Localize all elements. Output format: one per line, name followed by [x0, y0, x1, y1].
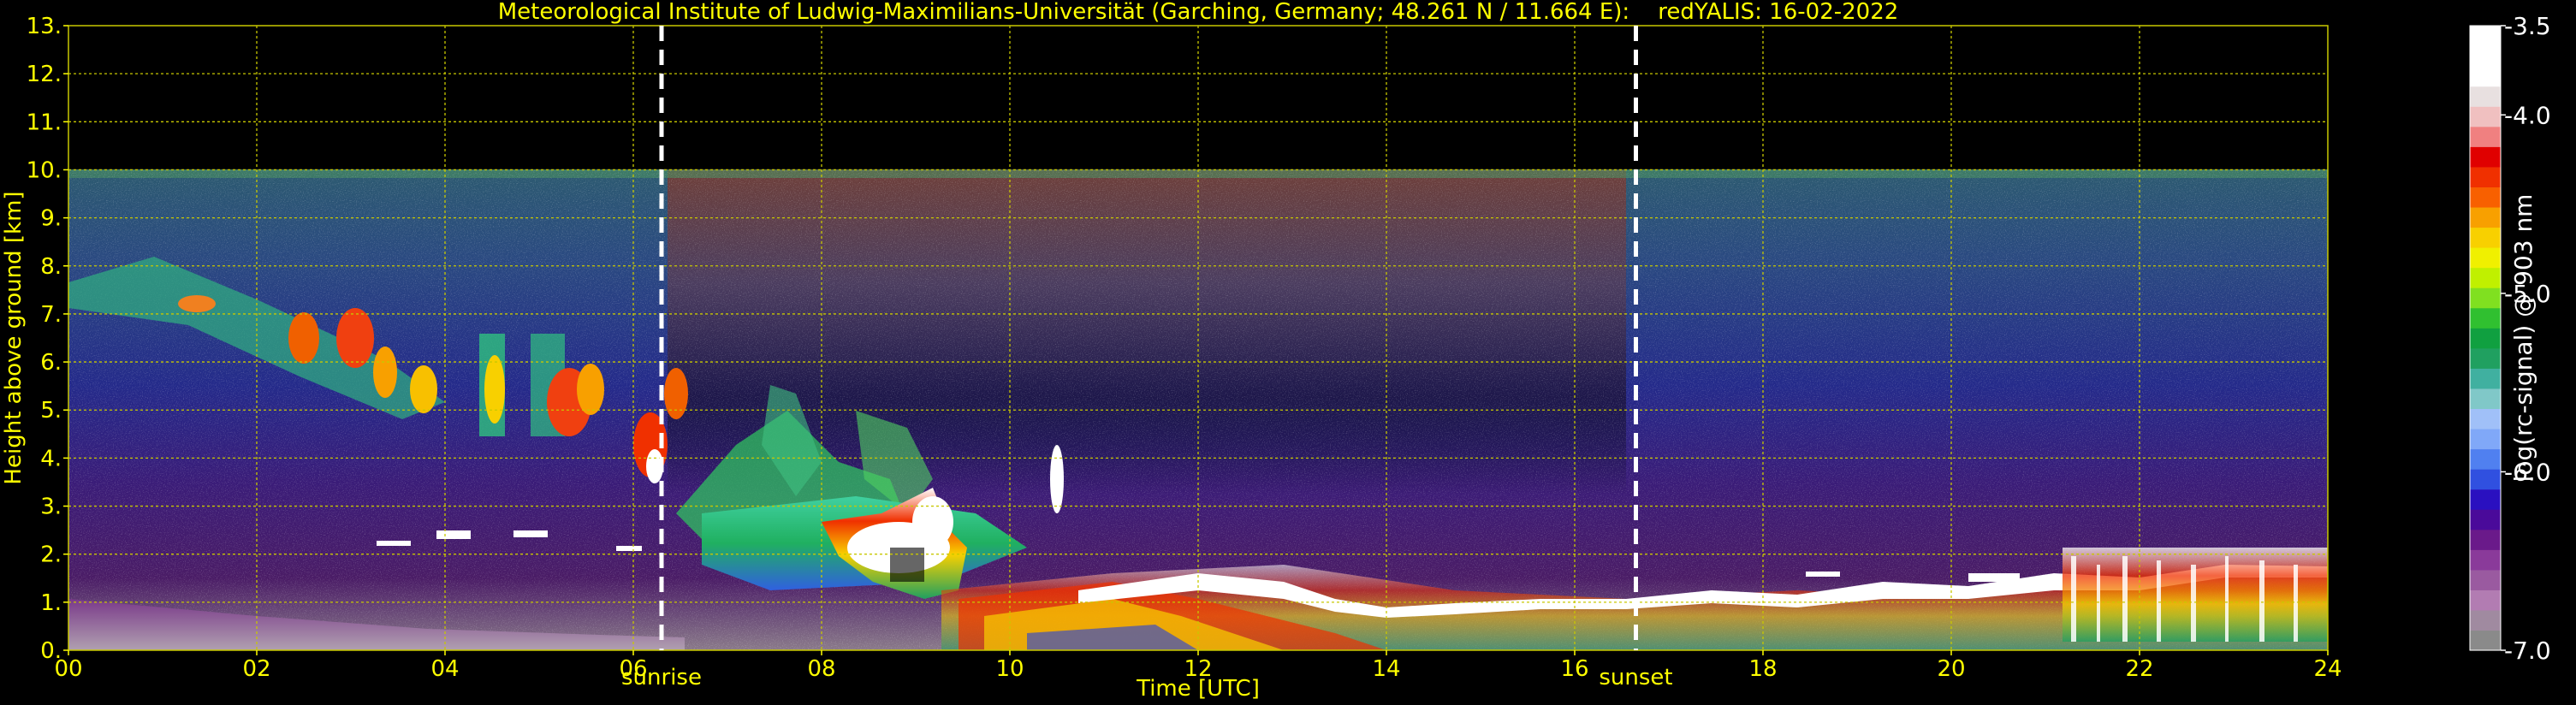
colorbar-swatch: [2470, 549, 2501, 571]
y-tick-label: 11.: [27, 110, 62, 135]
x-tick-label: 14: [1372, 656, 1400, 682]
colorbar-swatch: [2470, 328, 2501, 349]
colorbar-swatch: [2470, 287, 2501, 309]
x-tick-label: 24: [2313, 656, 2342, 682]
colorbar-swatch: [2470, 66, 2501, 87]
x-tick-label: 18: [1748, 656, 1777, 682]
x-tick-label: 16: [1560, 656, 1588, 682]
colorbar-swatch: [2470, 166, 2501, 187]
colorbar-swatch: [2470, 589, 2501, 611]
colorbar-swatch: [2470, 187, 2501, 208]
y-tick-label: 4.: [40, 446, 62, 471]
colorbar-swatch: [2470, 146, 2501, 168]
x-tick-label: 06: [619, 656, 647, 682]
colorbar-swatch: [2470, 428, 2501, 450]
colorbar-swatch: [2470, 469, 2501, 490]
colorbar-swatch: [2470, 529, 2501, 550]
y-tick-label: 12.: [27, 62, 62, 87]
x-tick-label: 02: [242, 656, 270, 682]
colorbar-swatch: [2470, 307, 2501, 329]
x-tick-label: 20: [1937, 656, 1965, 682]
chart-title: Meteorological Institute of Ludwig-Maxim…: [498, 0, 1899, 25]
colorbar-tick-label: -4.0: [2504, 101, 2551, 129]
x-tick-label: 08: [807, 656, 835, 682]
colorbar-swatch: [2470, 227, 2501, 248]
colorbar-swatch: [2470, 569, 2501, 590]
y-tick-label: 2.: [40, 542, 62, 568]
y-tick-label: 8.: [40, 254, 62, 280]
colorbar-swatch: [2470, 388, 2501, 410]
colorbar-swatch: [2470, 509, 2501, 530]
colorbar-swatch: [2470, 26, 2501, 47]
colorbar-swatch: [2470, 126, 2501, 147]
y-tick-label: 9.: [40, 206, 62, 232]
colorbar-swatch: [2470, 368, 2501, 389]
colorbar-swatch: [2470, 609, 2501, 631]
colorbar-swatch: [2470, 86, 2501, 107]
colorbar-tick-label: -3.5: [2504, 12, 2551, 40]
colorbar-swatch: [2470, 347, 2501, 369]
y-tick-label: 3.: [40, 495, 62, 520]
colorbar-swatch: [2470, 45, 2501, 67]
colorbar-swatch: [2470, 206, 2501, 228]
colorbar-swatch: [2470, 267, 2501, 288]
y-axis-label: Height above ground [km]: [1, 191, 27, 484]
y-tick-label: 13.: [27, 14, 62, 39]
colorbar-tick-label: -7.0: [2504, 637, 2551, 665]
lidar-chart: sunrise sunset 00 02 04 06 08 10 12 14 16 18 20 22 24…: [1, 0, 2551, 702]
x-tick-label: 10: [995, 656, 1024, 682]
colorbar-swatch: [2470, 489, 2501, 510]
colorbar-swatch: [2470, 630, 2501, 651]
colorbar-swatch: [2470, 247, 2501, 269]
x-tick-label: 04: [430, 656, 459, 682]
y-tick-label: 10.: [27, 157, 62, 183]
colorbar-swatch: [2470, 106, 2501, 127]
x-axis-label: Time [UTC]: [1136, 676, 1260, 702]
y-tick-label: 0.: [40, 638, 62, 664]
colorbar-swatch: [2470, 408, 2501, 430]
event-label-sunset: sunset: [1599, 665, 1672, 690]
y-axis-ticks: 0. 1. 2. 3. 4. 5. 6. 7. 8. 9. 10. 11. 12. 13.: [27, 14, 68, 664]
colorbar-swatch: [2470, 448, 2501, 470]
y-tick-label: 7.: [40, 302, 62, 328]
colorbar: [2469, 25, 2502, 651]
y-tick-label: 1.: [40, 590, 62, 616]
y-tick-label: 6.: [40, 350, 62, 376]
colorbar-label: log(rc-signal) @ 903 nm: [2509, 194, 2537, 483]
x-tick-label: 22: [2125, 656, 2153, 682]
y-tick-label: 5.: [40, 398, 62, 424]
